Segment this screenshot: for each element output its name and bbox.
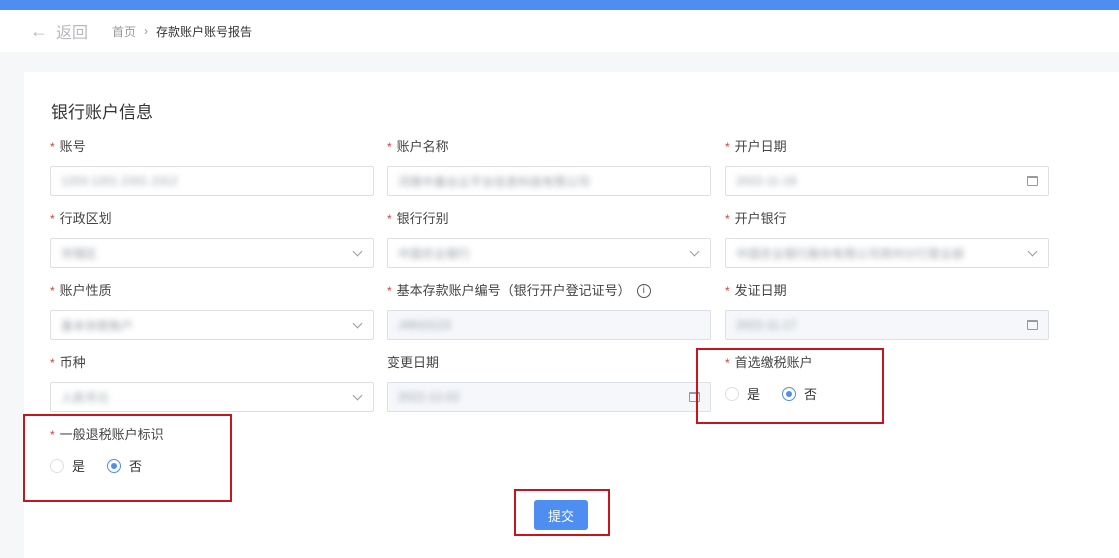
open-date-label: 开户日期 (734, 139, 787, 154)
arrow-left-icon: ← (30, 21, 48, 41)
account-name-label: 账户名称 (396, 139, 449, 154)
bank-type-select[interactable]: 中国农业银行 (387, 238, 711, 268)
highlight-box-submit (514, 489, 610, 536)
required-mark: * (725, 212, 730, 226)
currency-select[interactable]: 人民币元 (50, 382, 374, 412)
section-title: 银行账户信息 (51, 103, 153, 122)
open-bank-select[interactable]: 中国农业银行股份有限公司郑州分行营业部 (725, 238, 1049, 268)
field-bank-type: * 银行行别 中国农业银行 (387, 210, 711, 268)
required-mark: * (725, 140, 730, 154)
required-mark: * (50, 284, 55, 298)
breadcrumb: 首页 › 存款账户账号报告 (112, 23, 252, 40)
change-date-picker[interactable]: 2022-12-02 (387, 382, 711, 412)
basic-account-no-label: 基本存款账户编号（银行开户登记证号） (396, 283, 631, 298)
back-label: 返回 (56, 25, 89, 42)
field-admin-region: * 行政区划 市辖区 (50, 210, 374, 268)
issue-date-picker[interactable]: 2022-11-17 (725, 310, 1049, 340)
required-mark: * (387, 212, 392, 226)
field-open-date: * 开户日期 2022-11-18 (725, 138, 1049, 196)
field-issue-date: * 发证日期 2022-11-17 (725, 282, 1049, 340)
basic-account-no-input[interactable]: J4910123 (387, 310, 711, 340)
back-button[interactable]: ← 返回 (30, 19, 88, 43)
navigation-bar: ← 返回 首页 › 存款账户账号报告 (0, 10, 1119, 52)
chevron-down-icon (1027, 246, 1038, 257)
change-date-label: 变更日期 (387, 355, 440, 370)
field-account-no: * 账号 1203 1201 2331 2312 (50, 138, 374, 196)
info-icon[interactable]: i (636, 284, 651, 298)
chevron-down-icon (352, 390, 363, 401)
required-mark: * (50, 140, 55, 154)
field-change-date: 变更日期 2022-12-02 (387, 354, 711, 412)
bank-type-label: 银行行别 (396, 211, 449, 226)
required-mark: * (387, 140, 392, 154)
account-no-label: 账号 (59, 139, 86, 154)
field-open-bank: * 开户银行 中国农业银行股份有限公司郑州分行营业部 (725, 210, 1049, 268)
calendar-icon (1027, 320, 1038, 330)
chevron-down-icon (352, 246, 363, 257)
required-mark: * (50, 356, 55, 370)
breadcrumb-current: 存款账户账号报告 (156, 24, 253, 39)
currency-label: 币种 (59, 355, 86, 370)
bank-account-form-card: 银行账户信息 * 账号 1203 1201 2331 2312 * 账户名称 河南中… (23, 72, 1119, 558)
top-accent-bar (0, 0, 1119, 10)
chevron-right-icon: › (144, 24, 149, 38)
calendar-icon (1027, 176, 1038, 186)
open-date-picker[interactable]: 2022-11-18 (725, 166, 1049, 196)
account-name-input[interactable]: 河南中基台云平台信息科技有限公司 (387, 166, 711, 196)
field-account-nature: * 账户性质 基本存款账户 (50, 282, 374, 340)
issue-date-label: 发证日期 (734, 283, 787, 298)
field-account-name: * 账户名称 河南中基台云平台信息科技有限公司 (387, 138, 711, 196)
highlight-box-preferred-tax (696, 348, 884, 424)
admin-region-label: 行政区划 (59, 211, 112, 226)
field-basic-account-no: * 基本存款账户编号（银行开户登记证号） i J4910123 (387, 282, 711, 340)
chevron-down-icon (352, 318, 363, 329)
chevron-down-icon (689, 246, 700, 257)
admin-region-select[interactable]: 市辖区 (50, 238, 374, 268)
account-nature-select[interactable]: 基本存款账户 (50, 310, 374, 340)
required-mark: * (50, 212, 55, 226)
account-nature-label: 账户性质 (59, 283, 112, 298)
highlight-box-refund-flag (23, 414, 232, 502)
required-mark: * (725, 284, 730, 298)
field-currency: * 币种 人民币元 (50, 354, 374, 412)
account-no-input[interactable]: 1203 1201 2331 2312 (50, 166, 374, 196)
open-bank-label: 开户银行 (734, 211, 787, 226)
breadcrumb-home[interactable]: 首页 (112, 23, 136, 40)
required-mark: * (387, 284, 392, 298)
